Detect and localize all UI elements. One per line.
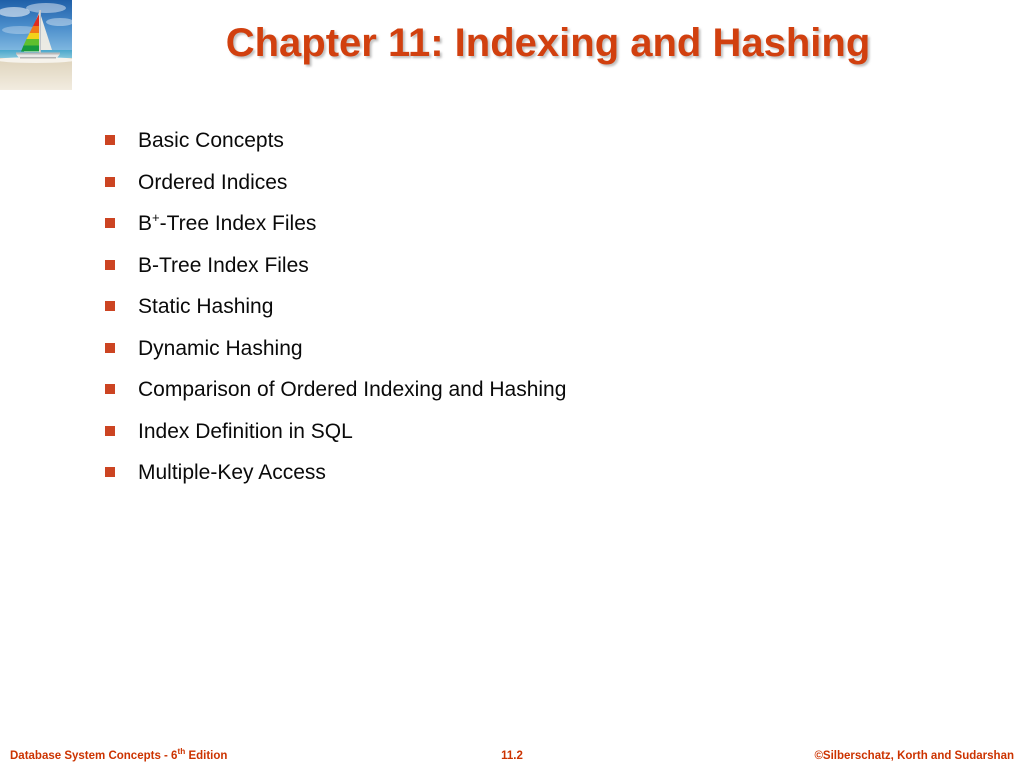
list-item-label: Comparison of Ordered Indexing and Hashi… (138, 378, 567, 401)
square-bullet-icon (105, 301, 115, 311)
square-bullet-icon (105, 384, 115, 394)
list-item: Dynamic Hashing (0, 328, 1024, 370)
beach-catamaran-photo (0, 0, 72, 90)
list-item: Static Hashing (0, 286, 1024, 328)
slide-header: Chapter 11: Indexing and Hashing (0, 0, 1024, 95)
square-bullet-icon (105, 467, 115, 477)
list-item: B-Tree Index Files (0, 245, 1024, 287)
footer-copyright: ©Silberschatz, Korth and Sudarshan (814, 750, 1014, 762)
list-item-label: Index Definition in SQL (138, 419, 353, 443)
slide-root: Chapter 11: Indexing and Hashing Basic C… (0, 0, 1024, 768)
list-item-label: Ordered Indices (138, 170, 288, 194)
list-item-label: Static Hashing (138, 295, 274, 318)
square-bullet-icon (105, 259, 115, 270)
list-item: Comparison of Ordered Indexing and Hashi… (0, 369, 1024, 411)
square-bullet-icon (105, 135, 115, 145)
list-item-label-base: B (138, 212, 153, 235)
slide-footer: Database System Concepts - 6th Edition 1… (0, 745, 1024, 768)
list-item-label-tail: -Tree Index Files (159, 212, 317, 235)
square-bullet-icon (105, 342, 115, 353)
list-item: B+-Tree Index Files (0, 203, 1024, 245)
square-bullet-icon (105, 218, 115, 228)
square-bullet-icon (105, 425, 115, 436)
list-item-label: Basic Concepts (138, 129, 284, 152)
list-item-label: B-Tree Index Files (138, 253, 309, 277)
list-item-label: Multiple-Key Access (138, 461, 326, 484)
list-item-label-superscript: + (152, 210, 160, 225)
list-item: Multiple-Key Access (0, 452, 1024, 494)
square-bullet-icon (105, 176, 115, 187)
list-item: Basic Concepts (0, 120, 1024, 162)
topic-list: Basic Concepts Ordered Indices B+-Tree I… (0, 120, 1024, 494)
list-item-label: Dynamic Hashing (138, 336, 303, 360)
list-item: Ordered Indices (0, 162, 1024, 204)
list-item: Index Definition in SQL (0, 411, 1024, 453)
slide-body: Basic Concepts Ordered Indices B+-Tree I… (0, 120, 1024, 720)
page-title: Chapter 11: Indexing and Hashing (225, 21, 871, 65)
list-item-label: B+-Tree Index Files (138, 210, 317, 235)
